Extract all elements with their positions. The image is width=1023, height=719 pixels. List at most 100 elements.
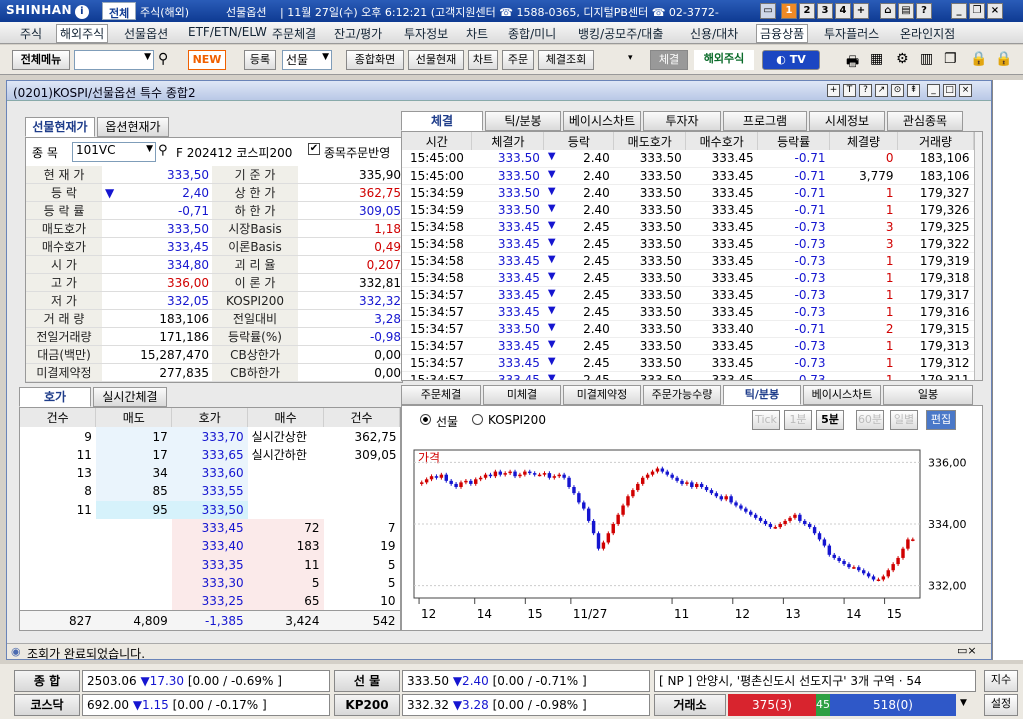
kospi-ticker[interactable]: 2503.06 ▼17.30 [0.00 / -0.69% ]: [82, 670, 330, 692]
period-60min-button[interactable]: 60분: [856, 410, 884, 430]
menu-futures[interactable]: 선물옵션: [124, 25, 168, 42]
dropdown-icon[interactable]: ▼: [960, 698, 967, 708]
period-5min-button[interactable]: 5분: [816, 410, 844, 430]
trade-row[interactable]: 15:34:57 333.50 ▼ 2.40 333.50 333.40 -0.71 2 179…: [402, 320, 974, 338]
tab-all[interactable]: 전체: [102, 2, 137, 20]
chart-tab[interactable]: 미체결: [483, 385, 561, 405]
window-link-icon[interactable]: ↗: [875, 84, 888, 97]
trades-tab[interactable]: 프로그램: [723, 111, 807, 131]
screen-3-button[interactable]: 3: [817, 3, 833, 19]
overseas-stock-button[interactable]: 해외주식: [694, 50, 754, 70]
menu-info[interactable]: 투자정보: [404, 25, 448, 42]
chart-button[interactable]: 차트: [468, 50, 498, 70]
gear-icon[interactable]: ⚙: [896, 51, 909, 67]
grid-icon[interactable]: ▥: [920, 51, 933, 67]
ask-row[interactable]: 13 34 333,60: [20, 463, 400, 483]
printer-icon[interactable]: 🖶: [846, 51, 859, 75]
window-lock-icon[interactable]: ⊙: [891, 84, 904, 97]
trade-row[interactable]: 15:34:58 333.45 ▼ 2.45 333.50 333.45 -0.73 3 179…: [402, 218, 974, 236]
chart-tab[interactable]: 주문가능수량: [643, 385, 721, 405]
screen-add-button[interactable]: +: [853, 3, 869, 19]
trades-tab[interactable]: 베이시스차트: [563, 111, 641, 131]
menu-plus[interactable]: 투자플러스: [824, 25, 879, 42]
kp200-ticker[interactable]: 332.32 ▼3.28 [0.00 / -0.98% ]: [402, 694, 650, 716]
edit-button[interactable]: 편집: [926, 410, 956, 430]
bid-row[interactable]: 333,25 65 10: [20, 592, 400, 611]
bid-row[interactable]: 333,45 72 7: [20, 518, 400, 538]
screen-4-button[interactable]: 4: [835, 3, 851, 19]
tab-orderbook[interactable]: 호가: [19, 387, 91, 407]
screen-2-button[interactable]: 2: [799, 3, 815, 19]
all-menu-button[interactable]: 전체메뉴: [12, 50, 70, 70]
trade-row[interactable]: 15:34:57 333.45 ▼ 2.45 333.50 333.45 -0.73 1 179…: [402, 286, 974, 304]
menu-online[interactable]: 온라인지점: [900, 25, 955, 42]
ask-row[interactable]: 11 17 333,65 실시간하한 309,05: [20, 445, 400, 464]
code-input[interactable]: 101VC ▼: [72, 142, 156, 162]
trade-row[interactable]: 15:34:59 333.50 ▼ 2.40 333.50 333.45 -0.71 1 179…: [402, 201, 974, 219]
period-tick-button[interactable]: Tick: [752, 410, 780, 430]
window-close-button[interactable]: ×: [959, 84, 972, 97]
menu-etf[interactable]: ETF/ETN/ELW: [188, 25, 267, 39]
candlestick-chart[interactable]: 가격 336,00 334,00 332,00 12 14 15 11/27 11 12 13 14 1…: [410, 438, 970, 628]
monitor-icon[interactable]: ▭: [760, 3, 776, 19]
minimize-icon[interactable]: _: [951, 3, 967, 19]
bid-row[interactable]: 333,30 5 5: [20, 573, 400, 593]
chart-tab[interactable]: 주문체결: [401, 385, 481, 405]
trade-row[interactable]: 15:45:00 333.50 ▼ 2.40 333.50 333.45 -0.71 0 183…: [402, 150, 974, 168]
close-icon[interactable]: ×: [987, 3, 1003, 19]
trades-tab[interactable]: 체결: [401, 111, 483, 131]
chart-tab[interactable]: 틱/분봉: [723, 385, 801, 405]
ask-row[interactable]: 8 85 333,55: [20, 482, 400, 501]
trades-tab[interactable]: 투자자: [643, 111, 721, 131]
trade-row[interactable]: 15:34:58 333.45 ▼ 2.45 333.50 333.45 -0.73 1 179…: [402, 269, 974, 287]
order-button[interactable]: 주문: [502, 50, 534, 70]
settings-button[interactable]: 설정: [984, 694, 1018, 716]
trade-row[interactable]: 15:34:57 333.45 ▼ 2.45 333.50 333.45 -0.73 1 179…: [402, 303, 974, 321]
print-icon[interactable]: ▤: [898, 3, 914, 19]
search-input[interactable]: ▼: [74, 50, 154, 70]
chart-tab[interactable]: 일봉: [883, 385, 973, 405]
trade-row[interactable]: 15:34:57 333.45 ▼ 2.45 333.50 333.45 -0.73 1 179…: [402, 354, 974, 372]
trade-row[interactable]: 15:34:58 333.45 ▼ 2.45 333.50 333.45 -0.73 1 179…: [402, 252, 974, 270]
summary-screen-button[interactable]: 종합화면: [346, 50, 404, 70]
menu-overseas[interactable]: 해외주식: [56, 24, 109, 43]
menu-mini[interactable]: 종합/미니: [508, 25, 556, 42]
restore-icon[interactable]: ❐: [969, 3, 985, 19]
window-min-icon[interactable]: _: [927, 84, 940, 97]
help-icon[interactable]: ?: [916, 3, 932, 19]
search-icon[interactable]: ⚲: [158, 51, 168, 67]
window-max-icon[interactable]: □: [943, 84, 956, 97]
trade-row[interactable]: 15:34:57 333.45 ▼ 2.45 333.50 333.45 -0.73 1 179…: [402, 371, 974, 380]
futures-select[interactable]: 선물 ▼: [282, 50, 332, 70]
kosdaq-ticker[interactable]: 692.00 ▼1.15 [0.00 / -0.17% ]: [82, 694, 330, 716]
bid-row[interactable]: 333,40 183 19: [20, 537, 400, 556]
tv-button[interactable]: ◐ TV: [762, 50, 820, 70]
tab-futures[interactable]: 선물옵션: [220, 2, 272, 20]
trades-tab[interactable]: 관심종목: [887, 111, 963, 131]
home-icon[interactable]: ⌂: [880, 3, 896, 19]
lock-icon[interactable]: 🔒: [970, 51, 987, 67]
ask-row[interactable]: 11 95 333,50: [20, 500, 400, 519]
status-close-icon[interactable]: ▭×: [957, 644, 977, 657]
new-button[interactable]: NEW: [188, 50, 226, 70]
bid-row[interactable]: 333,35 11 5: [20, 555, 400, 574]
menu-chart[interactable]: 차트: [466, 25, 488, 42]
trade-row[interactable]: 15:34:58 333.45 ▼ 2.45 333.50 333.45 -0.73 3 179…: [402, 235, 974, 253]
chart-tab[interactable]: 미결제약정: [563, 385, 641, 405]
register-button[interactable]: 등록: [244, 50, 276, 70]
window-help-button[interactable]: ?: [859, 84, 872, 97]
window-font-button[interactable]: T: [843, 84, 856, 97]
period-daily-button[interactable]: 일별: [890, 410, 918, 430]
calculator-icon[interactable]: ▦: [870, 51, 883, 67]
tab-options-price[interactable]: 옵션현재가: [97, 117, 169, 137]
menu-stocks[interactable]: 주식: [20, 25, 42, 42]
menu-credit[interactable]: 신용/대차: [690, 25, 738, 42]
menu-balance[interactable]: 잔고/평가: [334, 25, 382, 42]
trades-scrollbar[interactable]: [974, 132, 982, 380]
period-1min-button[interactable]: 1분: [784, 410, 812, 430]
window-icon[interactable]: ❐: [944, 51, 957, 67]
radio-futures[interactable]: [420, 414, 431, 425]
dropdown-icon[interactable]: ▼: [144, 52, 151, 62]
menu-orders[interactable]: 주문체결: [272, 25, 316, 42]
trade-row[interactable]: 15:45:00 333.50 ▼ 2.40 333.50 333.45 -0.71 3,77…: [402, 167, 974, 185]
